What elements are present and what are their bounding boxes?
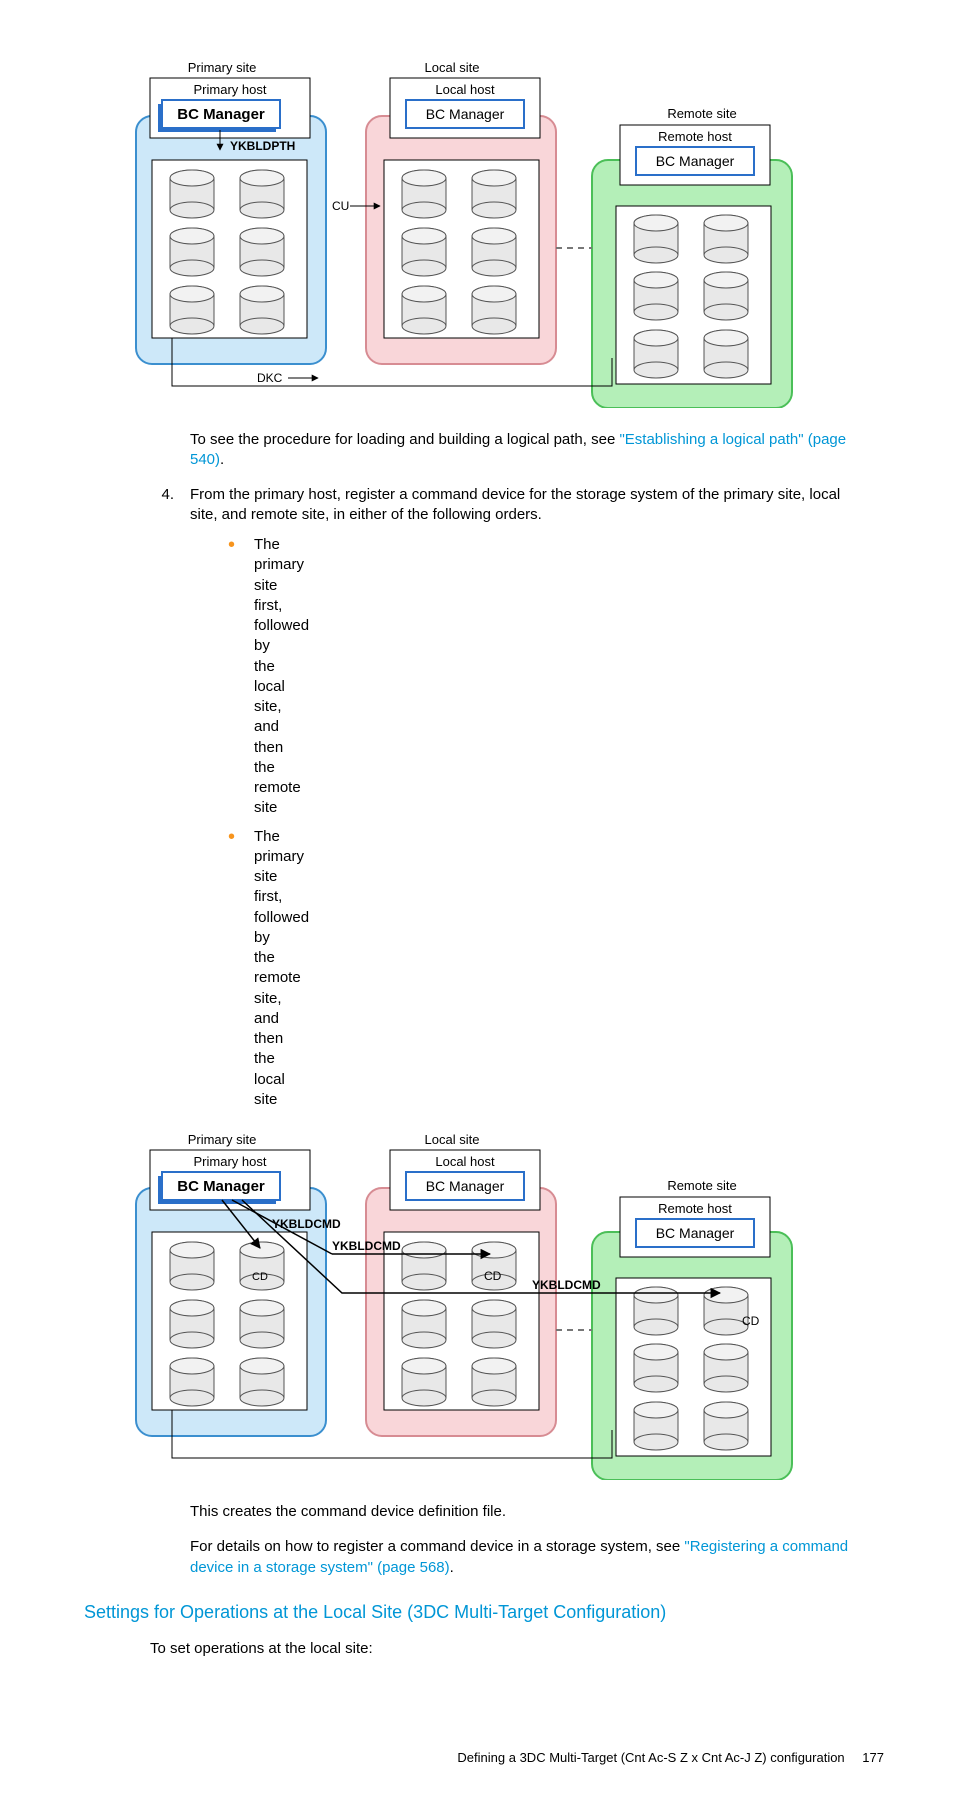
paragraph-set-operations: To set operations at the local site: bbox=[150, 1639, 894, 1659]
svg-text:BC Manager: BC Manager bbox=[426, 1178, 505, 1194]
svg-text:Local site: Local site bbox=[425, 1132, 480, 1147]
primary-site-label: Primary site bbox=[188, 60, 257, 75]
remote-host-label: Remote host bbox=[658, 129, 732, 144]
svg-text:Primary host: Primary host bbox=[194, 1154, 267, 1169]
local-site-label: Local site bbox=[425, 60, 480, 75]
page-footer: Defining a 3DC Multi-Target (Cnt Ac-S Z … bbox=[60, 1749, 894, 1767]
diagram-2: Primary site Primary host BC Manager CD … bbox=[60, 1130, 894, 1480]
svg-text:Remote site: Remote site bbox=[667, 1178, 736, 1193]
svg-text:BC Manager: BC Manager bbox=[656, 1225, 735, 1241]
dkc-label: DKC bbox=[257, 371, 283, 385]
step-4-text: From the primary host, register a comman… bbox=[190, 486, 840, 523]
svg-text:YKBLDCMD: YKBLDCMD bbox=[332, 1239, 401, 1253]
svg-text:YKBLDCMD: YKBLDCMD bbox=[532, 1278, 601, 1292]
step-list: 4. From the primary host, register a com… bbox=[150, 485, 864, 1121]
svg-text:Primary site: Primary site bbox=[188, 1132, 257, 1147]
para3-suffix: . bbox=[450, 1559, 454, 1576]
paragraph-creates-file: This creates the command device definiti… bbox=[190, 1502, 864, 1522]
svg-text:CD: CD bbox=[742, 1314, 760, 1328]
svg-text:BC Manager: BC Manager bbox=[177, 1178, 265, 1195]
step-4-bullets: The primary site first, followed by the … bbox=[228, 535, 864, 1110]
step-4-number: 4. bbox=[150, 485, 184, 1121]
para3-prefix: For details on how to register a command… bbox=[190, 1538, 684, 1555]
diagram-1: Primary site Primary host BC Manager YKB… bbox=[60, 58, 894, 408]
primary-host-label: Primary host bbox=[194, 82, 267, 97]
paragraph-logical-path: To see the procedure for loading and bui… bbox=[190, 430, 864, 471]
bc-manager-local: BC Manager bbox=[426, 106, 505, 122]
diagram-2-svg: Primary site Primary host BC Manager CD … bbox=[132, 1130, 822, 1480]
para1-prefix: To see the procedure for loading and bui… bbox=[190, 431, 619, 448]
paragraph-register-cmd: For details on how to register a command… bbox=[190, 1537, 864, 1578]
ykbldpth-label: YKBLDPTH bbox=[230, 139, 295, 153]
remote-site-label: Remote site bbox=[667, 106, 736, 121]
bullet-2: The primary site first, followed by the … bbox=[228, 827, 864, 1111]
footer-page-number: 177 bbox=[862, 1750, 884, 1765]
bullet-1: The primary site first, followed by the … bbox=[228, 535, 864, 819]
step-4: 4. From the primary host, register a com… bbox=[150, 485, 864, 1121]
svg-text:Remote host: Remote host bbox=[658, 1201, 732, 1216]
diagram-1-svg: Primary site Primary host BC Manager YKB… bbox=[132, 58, 822, 408]
bc-manager-remote: BC Manager bbox=[656, 153, 735, 169]
local-host-label: Local host bbox=[435, 82, 495, 97]
footer-text: Defining a 3DC Multi-Target (Cnt Ac-S Z … bbox=[457, 1750, 844, 1765]
cu-label: CU bbox=[332, 199, 349, 213]
svg-text:YKBLDCMD: YKBLDCMD bbox=[272, 1217, 341, 1231]
para1-suffix: . bbox=[220, 451, 224, 468]
svg-text:CD: CD bbox=[484, 1269, 502, 1283]
svg-text:CD: CD bbox=[252, 1271, 268, 1283]
svg-text:Local host: Local host bbox=[435, 1154, 495, 1169]
bc-manager-primary: BC Manager bbox=[177, 106, 265, 123]
section-heading-local-site: Settings for Operations at the Local Sit… bbox=[84, 1600, 894, 1624]
